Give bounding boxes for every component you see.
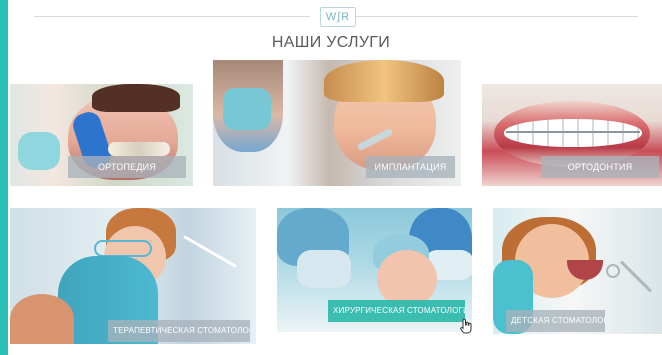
child-hair-image <box>502 217 596 289</box>
child-face-image <box>515 224 589 298</box>
surgeon-cap-right-image <box>409 208 472 278</box>
header-divider-left <box>34 16 310 17</box>
service-card-orthodontics[interactable]: ОРТОДОНТИЯ <box>482 84 662 186</box>
surgeon-mask-right-image <box>424 250 472 280</box>
service-card-pediatric-dentistry[interactable]: ДЕТСКАЯ СТОМАТОЛОГИЯ <box>493 208 662 334</box>
patient-hair-image <box>324 60 444 102</box>
service-card-therapeutic-dentistry[interactable]: ТЕРАПЕВТИЧЕСКАЯ СТОМАТОЛОГИЯ <box>10 208 256 344</box>
shade-guide-image <box>108 142 170 156</box>
lamp-arm-image <box>183 235 237 268</box>
dentist-hair-image <box>106 208 176 262</box>
left-accent-bar <box>0 0 8 355</box>
surgeon-mask-left-image <box>297 250 351 288</box>
service-card-surgical-dentistry[interactable]: ХИРУРГИЧЕСКАЯ СТОМАТОЛОГИЯ <box>277 208 472 332</box>
dental-mirror-handle-image <box>620 260 652 293</box>
surgeon-cap-left-image <box>277 208 349 266</box>
dentist-face-image <box>104 226 166 288</box>
patient-cap-image <box>373 234 429 272</box>
patient-face-image <box>10 294 74 344</box>
safety-glasses-image <box>94 240 152 257</box>
service-label-pediatric-dentistry[interactable]: ДЕТСКАЯ СТОМАТОЛОГИЯ <box>506 310 605 332</box>
service-card-orthopedics[interactable]: ОРТОПЕДИЯ <box>10 84 193 186</box>
section-title: НАШИ УСЛУГИ <box>271 34 391 51</box>
dentist-mask-image <box>18 132 60 170</box>
braces-wire-image <box>506 131 640 133</box>
child-smile-image <box>567 260 603 280</box>
braces-teeth-image <box>504 119 642 147</box>
service-label-implantation[interactable]: ИМПЛАНТАЦИЯ <box>366 156 455 178</box>
service-label-orthopedics[interactable]: ОРТОПЕДИЯ <box>68 156 186 178</box>
wdr-logo-icon: W∫R <box>320 7 356 27</box>
dental-mirror-image <box>606 264 620 278</box>
dentist-mask-image <box>223 88 271 130</box>
dentist-head-image <box>213 60 283 152</box>
service-card-implantation[interactable]: ИМПЛАНТАЦИЯ <box>213 60 461 186</box>
service-label-orthodontics[interactable]: ОРТОДОНТИЯ <box>541 156 659 178</box>
service-label-therapeutic-dentistry[interactable]: ТЕРАПЕВТИЧЕСКАЯ СТОМАТОЛОГИЯ <box>108 320 250 342</box>
patient-hair-image <box>92 84 180 112</box>
dental-tool-image <box>356 127 394 152</box>
header-divider-right <box>356 16 638 17</box>
service-label-surgical-dentistry[interactable]: ХИРУРГИЧЕСКАЯ СТОМАТОЛОГИЯ <box>328 300 465 322</box>
